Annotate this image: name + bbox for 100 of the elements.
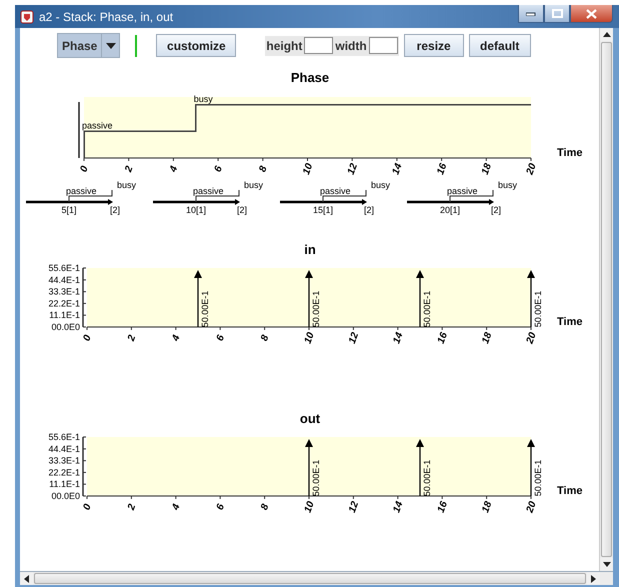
y-axis <box>82 436 86 496</box>
tick-label: 44.4E-1 <box>48 444 80 454</box>
resize-button[interactable]: resize <box>404 34 464 57</box>
close-button[interactable] <box>570 5 613 23</box>
state-label: busy <box>194 94 213 104</box>
tick-label: 12 <box>346 500 362 514</box>
y-axis <box>78 102 80 158</box>
state-bracket <box>196 190 240 202</box>
tick-label: 4 <box>170 502 183 512</box>
tick-label: 14 <box>391 500 406 514</box>
vertical-scrollbar[interactable] <box>599 28 613 571</box>
event-label: [2] <box>237 205 247 215</box>
tick-label: 00.0E0 <box>51 491 80 501</box>
tick-label: 2 <box>126 502 138 512</box>
value-label: 50.00E-1 <box>200 290 210 328</box>
tick-label: 22.2E-1 <box>48 467 80 478</box>
tick-label: 4 <box>168 164 180 174</box>
width-field[interactable] <box>368 37 398 54</box>
value-label: 50.00E-1 <box>422 460 432 496</box>
tick-label: 0 <box>82 334 94 343</box>
value-label: 50.00E-1 <box>422 290 432 328</box>
impulse-arrow <box>527 270 535 327</box>
tick-label: 6 <box>214 502 227 512</box>
tick-label: 33.3E-1 <box>48 286 80 297</box>
impulse-arrow <box>527 438 535 496</box>
tick-label: 16 <box>435 162 450 176</box>
value-label: 50.00E-1 <box>533 460 543 496</box>
tick-label: 55.6E-1 <box>48 432 80 442</box>
tick-label: 00.0E0 <box>51 322 80 332</box>
tick-label: 12 <box>346 331 362 346</box>
state-label: passive <box>447 186 478 196</box>
tick-label: 10 <box>302 500 317 514</box>
axis-title: Time <box>557 485 582 497</box>
event-label: 5[1] <box>62 205 76 215</box>
tick-label: 4 <box>170 334 183 343</box>
tick-label: 12 <box>346 162 360 176</box>
state-label: busy <box>371 180 390 190</box>
event-label: [2] <box>364 205 374 215</box>
maximize-button[interactable] <box>544 5 570 23</box>
state-bracket <box>68 190 112 202</box>
caret-icon <box>106 42 116 48</box>
scroll-right-icon[interactable] <box>591 574 596 582</box>
state-label: passive <box>66 186 97 196</box>
state-bracket <box>450 190 494 202</box>
state-label: busy <box>244 180 264 190</box>
state-label: busy <box>117 180 136 190</box>
value-label: 50.00E-1 <box>311 290 321 328</box>
close-icon <box>586 8 597 18</box>
tick-label: 14 <box>390 162 405 176</box>
scroll-up-icon[interactable] <box>602 32 610 37</box>
tick-label: 2 <box>126 334 138 343</box>
customize-button[interactable]: customize <box>156 34 236 57</box>
minimize-icon <box>526 12 536 16</box>
horizontal-scrollbar[interactable] <box>20 572 600 585</box>
maximize-icon <box>552 9 562 18</box>
tick-label: 6 <box>214 334 227 343</box>
event-label: [2] <box>491 205 501 215</box>
default-button[interactable]: default <box>468 34 531 57</box>
axis-title: Time <box>557 316 582 328</box>
scroll-down-icon[interactable] <box>602 562 610 567</box>
tick-label: 0 <box>78 164 91 174</box>
tick-label: 6 <box>212 164 225 174</box>
window-title: a2 - Stack: Phase, in, out <box>39 10 174 24</box>
state-bracket <box>322 190 366 202</box>
chart-title: in <box>304 242 316 257</box>
scroll-left-icon[interactable] <box>24 574 29 582</box>
impulse-arrow <box>305 438 313 496</box>
tick-label: 8 <box>259 502 272 512</box>
tick-label: 10 <box>302 331 317 346</box>
chart-title: out <box>300 411 320 426</box>
tick-label: 11.1E-1 <box>49 479 80 490</box>
impulse-arrow <box>305 270 313 327</box>
event-label: 20[1] <box>440 205 460 215</box>
tick-label: 18 <box>480 162 494 176</box>
tick-label: 10 <box>301 162 316 176</box>
minimize-button[interactable] <box>518 5 544 23</box>
state-label: passive <box>82 120 113 130</box>
phase-dropdown[interactable]: Phase <box>57 33 120 58</box>
tick-label: 8 <box>257 164 270 174</box>
separator-mark <box>135 34 138 56</box>
tick-label: 33.3E-1 <box>48 456 80 466</box>
tick-label: 2 <box>123 164 136 174</box>
tick-label: 16 <box>436 331 450 346</box>
event-label: 10[1] <box>186 205 206 215</box>
tick-label: 0 <box>82 502 94 512</box>
tick-label: 18 <box>480 331 494 346</box>
chart-title: Phase <box>290 70 330 85</box>
tick-label: 14 <box>391 331 406 346</box>
tick-label: 55.6E-1 <box>48 263 80 273</box>
width-label: width <box>334 38 368 52</box>
height-field[interactable] <box>304 37 334 54</box>
y-axis <box>82 268 86 328</box>
impulse-arrow <box>194 270 202 327</box>
impulse-arrow <box>416 438 424 496</box>
event-label: [2] <box>110 205 120 215</box>
tick-label: 20 <box>524 500 539 514</box>
axis-title: Time <box>557 147 582 159</box>
state-label: busy <box>498 180 518 190</box>
tick-label: 20 <box>524 331 539 346</box>
height-label: height <box>265 38 304 52</box>
